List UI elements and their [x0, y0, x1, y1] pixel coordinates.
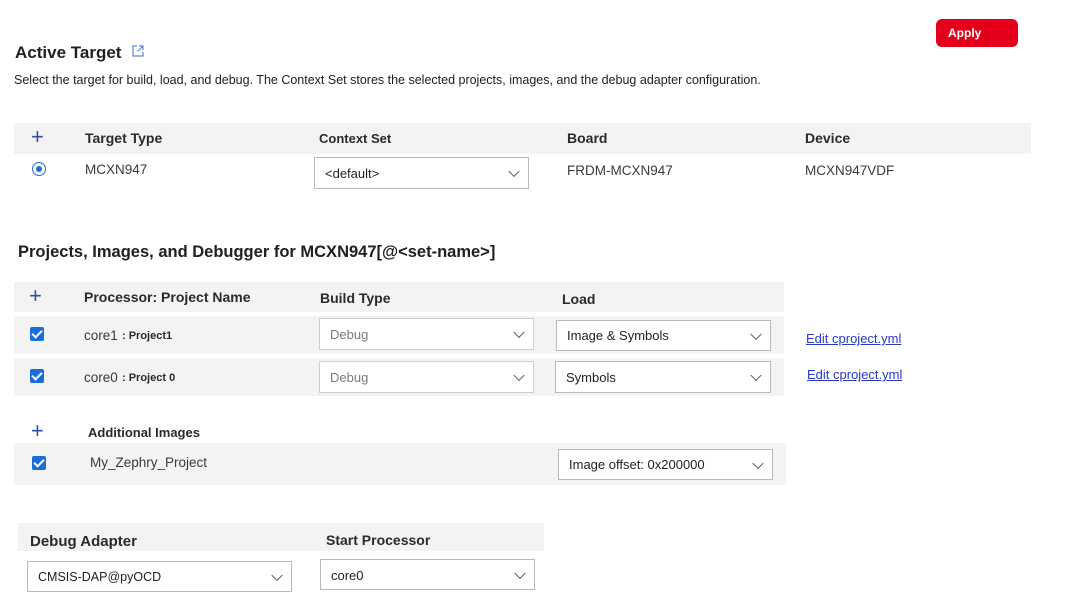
add-project-plus-icon[interactable]: + [29, 285, 42, 307]
column-processor-project: Processor: Project Name [84, 289, 251, 305]
build-type-select[interactable]: Debug [319, 361, 534, 393]
project-core-label: core0 [84, 370, 118, 385]
chevron-down-icon [752, 457, 764, 469]
build-type-value: Debug [330, 327, 369, 342]
load-value: Image & Symbols [567, 328, 669, 343]
apply-button[interactable]: Apply [936, 19, 1018, 47]
chevron-down-icon [271, 569, 283, 581]
additional-image-name: My_Zephry_Project [90, 455, 208, 470]
build-type-value: Debug [330, 370, 369, 385]
chevron-down-icon [513, 369, 525, 382]
project-checkbox-checked[interactable] [30, 327, 44, 341]
load-select[interactable]: Symbols [555, 361, 771, 393]
start-processor-label: Start Processor [326, 532, 431, 548]
debug-adapter-value: CMSIS-DAP@pyOCD [38, 570, 162, 584]
load-value: Symbols [566, 370, 616, 385]
image-offset-select[interactable]: Image offset: 0x200000 [558, 449, 773, 480]
debug-adapter-label: Debug Adapter [30, 533, 137, 550]
column-target-type: Target Type [85, 130, 163, 146]
add-image-plus-icon[interactable]: + [31, 420, 44, 442]
edit-cproject-link[interactable]: Edit cproject.yml [807, 367, 902, 382]
chevron-down-icon [508, 165, 520, 178]
load-select[interactable]: Image & Symbols [556, 320, 771, 351]
column-build-type: Build Type [320, 290, 391, 306]
project-checkbox-checked[interactable] [30, 369, 44, 383]
build-type-select[interactable]: Debug [319, 318, 534, 350]
context-set-value: <default> [325, 166, 380, 181]
device-value: MCXN947VDF [805, 163, 895, 178]
add-target-plus-icon[interactable]: + [31, 126, 44, 148]
projects-section-title: Projects, Images, and Debugger for MCXN9… [18, 243, 496, 261]
column-context-set: Context Set [319, 131, 392, 146]
column-board: Board [567, 130, 608, 146]
debug-adapter-select[interactable]: CMSIS-DAP@pyOCD [27, 561, 292, 592]
chevron-down-icon [750, 369, 762, 382]
context-set-select[interactable]: <default> [314, 157, 529, 189]
target-radio-selected[interactable] [32, 162, 46, 176]
start-processor-select[interactable]: core0 [320, 559, 535, 590]
image-checkbox-checked[interactable] [32, 456, 46, 470]
target-type-value: MCXN947 [85, 162, 148, 177]
target-table-header [14, 123, 1031, 154]
column-load: Load [562, 291, 596, 307]
active-target-description: Select the target for build, load, and d… [14, 73, 761, 87]
additional-images-title: Additional Images [88, 425, 200, 440]
project-name-label: : Project1 [122, 330, 173, 342]
project-name-label: : Project 0 [122, 372, 176, 384]
column-device: Device [805, 130, 851, 146]
board-value: FRDM-MCXN947 [567, 163, 673, 178]
chevron-down-icon [514, 567, 526, 579]
chevron-down-icon [513, 326, 525, 339]
start-processor-value: core0 [331, 568, 364, 583]
chevron-down-icon [750, 328, 762, 340]
active-target-title: Active Target [15, 43, 122, 62]
project-core-label: core1 [84, 328, 118, 343]
image-offset-value: Image offset: 0x200000 [569, 457, 705, 472]
edit-cproject-link[interactable]: Edit cproject.yml [806, 331, 901, 346]
external-link-icon[interactable] [132, 45, 144, 57]
